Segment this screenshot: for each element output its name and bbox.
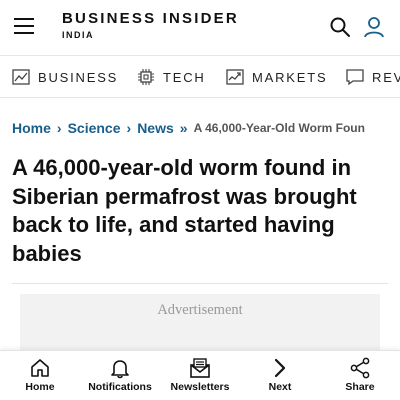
advertisement-label: Advertisement: [157, 302, 243, 318]
breadcrumb-current: A 46,000-Year-Old Worm Foun: [193, 121, 365, 135]
breadcrumb: Home › Science › News » A 46,000-Year-Ol…: [12, 119, 400, 137]
category-label: MARKETS: [252, 69, 328, 85]
site-header: BUSINESS INSIDER INDIA: [0, 0, 400, 56]
bottom-nav-label: Share: [345, 381, 375, 393]
bottom-nav-label: Newsletters: [170, 381, 230, 393]
brand-edition: INDIA: [62, 30, 94, 40]
search-icon[interactable]: [329, 16, 351, 38]
bottom-nav-label: Next: [268, 381, 292, 393]
newsletter-icon: [190, 358, 210, 378]
category-label: REV: [372, 69, 400, 85]
category-nav: BUSINESS TECH MARKETS REV: [0, 56, 400, 98]
category-tech[interactable]: TECH: [137, 56, 206, 97]
article-headline: A 46,000-year-old worm found in Siberian…: [12, 155, 357, 266]
bottom-nav-label: Notifications: [88, 381, 152, 393]
market-trend-icon: [226, 69, 244, 85]
category-label: TECH: [163, 69, 206, 85]
bottom-nav-notifications[interactable]: Notifications: [80, 351, 160, 400]
chevron-right-icon: [274, 358, 286, 378]
user-icon[interactable]: [363, 16, 385, 38]
breadcrumb-science[interactable]: Science: [68, 120, 121, 136]
breadcrumb-home[interactable]: Home: [12, 120, 51, 136]
category-business[interactable]: BUSINESS: [12, 56, 119, 97]
bottom-nav-label: Home: [25, 381, 55, 393]
chip-icon: [138, 69, 154, 85]
category-markets[interactable]: MARKETS: [226, 56, 328, 97]
hamburger-menu-icon[interactable]: [14, 18, 34, 36]
category-reviews[interactable]: REV: [346, 56, 400, 97]
brand-name: BUSINESS INSIDER: [62, 10, 239, 27]
site-logo[interactable]: BUSINESS INSIDER INDIA: [62, 10, 239, 41]
bottom-nav-share[interactable]: Share: [320, 351, 400, 400]
chart-icon: [12, 69, 30, 85]
breadcrumb-separator: ›: [56, 120, 62, 136]
review-icon: [346, 69, 364, 86]
share-icon: [350, 357, 370, 379]
advertisement-slot[interactable]: Advertisement: [20, 294, 380, 354]
bell-icon: [111, 360, 129, 379]
breadcrumb-separator: »: [179, 120, 188, 136]
bottom-nav-next[interactable]: Next: [240, 351, 320, 400]
home-icon: [31, 359, 49, 377]
divider: [12, 283, 388, 284]
breadcrumb-news[interactable]: News: [137, 120, 174, 136]
category-label: BUSINESS: [38, 69, 119, 85]
bottom-nav-home[interactable]: Home: [0, 351, 80, 400]
bottom-nav-newsletters[interactable]: Newsletters: [160, 351, 240, 400]
breadcrumb-separator: ›: [126, 120, 132, 136]
bottom-nav: Home Notifications Newsletters Next Shar…: [0, 350, 400, 400]
